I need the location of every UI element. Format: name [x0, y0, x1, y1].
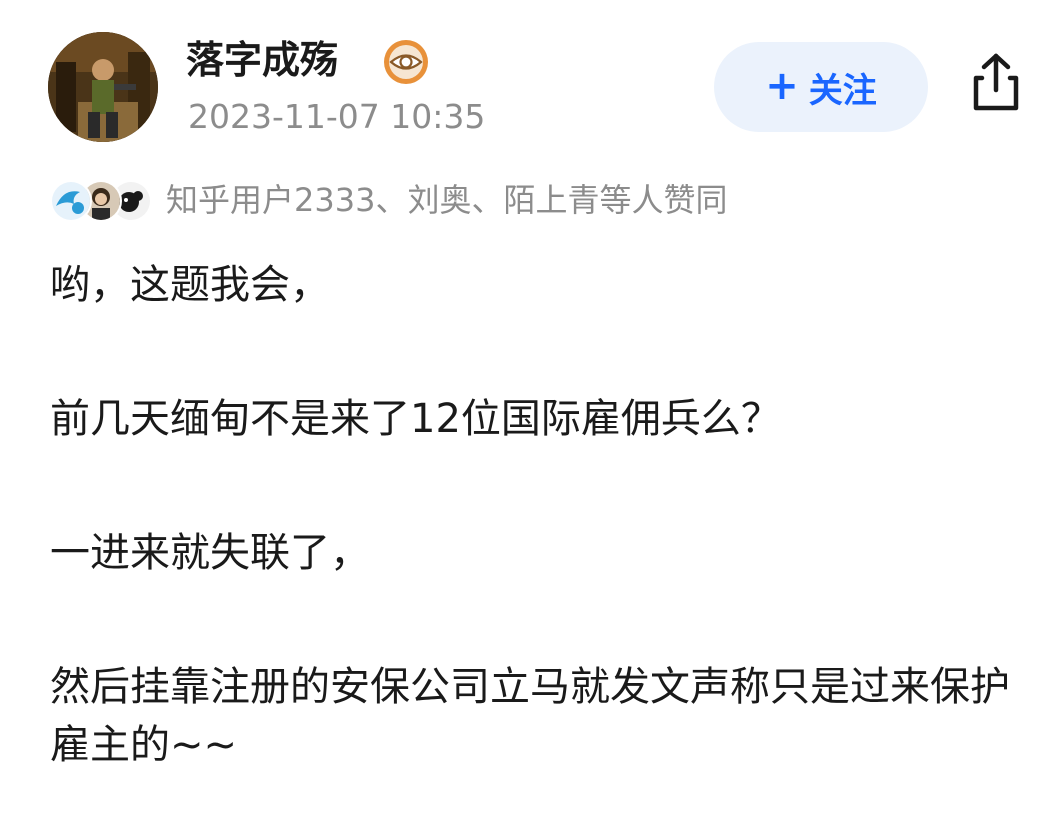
share-icon[interactable] [962, 48, 1030, 116]
liker-avatar [50, 180, 92, 222]
author-name[interactable]: 落字成殇 [186, 36, 338, 84]
content-paragraph: 一进来就失联了， [50, 530, 370, 576]
likers-text: 知乎用户2333、刘奥、陌上青等人赞同 [166, 181, 728, 219]
likers-row[interactable]: 知乎用户2333、刘奥、陌上青等人赞同 [50, 176, 1000, 224]
plus-icon: + [765, 62, 799, 109]
post-timestamp: 2023-11-07 10:35 [188, 97, 486, 136]
content-paragraph: 前几天缅甸不是来了12位国际雇佣兵么？ [50, 396, 781, 442]
eye-badge-icon [382, 38, 430, 86]
content-paragraph: 哟，这题我会， [50, 262, 330, 308]
answer-content: 哟，这题我会， 前几天缅甸不是来了12位国际雇佣兵么？ 一进来就失联了， 然后挂… [50, 256, 1030, 774]
author-avatar[interactable] [48, 32, 158, 142]
follow-button[interactable]: + 关注 [714, 42, 928, 132]
content-paragraph: 然后挂靠注册的安保公司立马就发文声称只是过来保护雇主的~~ [50, 664, 1010, 768]
follow-label: 关注 [808, 70, 877, 111]
